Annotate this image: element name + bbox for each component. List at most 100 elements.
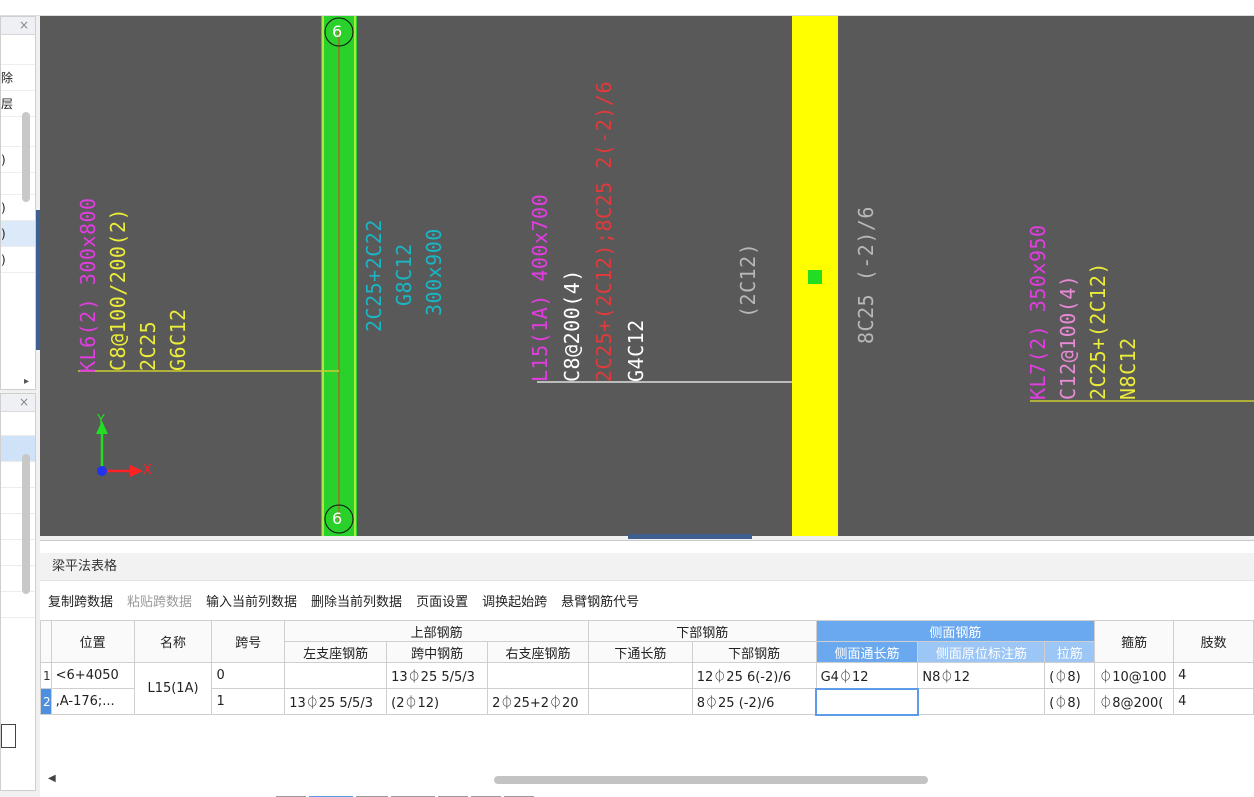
cell-position[interactable]: ,A-176;...: [50, 688, 135, 715]
swap-start-span-button[interactable]: 调换起始跨: [482, 591, 547, 613]
column-bar-label[interactable]: 2C25+2C22: [362, 219, 386, 332]
beam-kl7-stirrup[interactable]: C12@100(4): [1056, 275, 1080, 400]
row-header-corner: [40, 620, 52, 663]
cell-stirrup[interactable]: ⏀10@100: [1094, 662, 1175, 689]
column-stirrup-label[interactable]: G8C12: [392, 243, 416, 306]
left-panel-scrollbar[interactable]: [22, 454, 30, 594]
left-panel-item[interactable]: 层: [1, 91, 35, 117]
col-header-top-right[interactable]: 右支座钢筋: [487, 641, 590, 663]
cell-side-orig[interactable]: [917, 688, 1046, 715]
panel-title: 梁平法表格: [40, 553, 1254, 581]
col-header-stirrup[interactable]: 箍筋: [1094, 620, 1175, 663]
col-header-name[interactable]: 名称: [133, 620, 213, 663]
cell-side-through-editing[interactable]: [815, 687, 919, 716]
table-row[interactable]: 2 ,A-176;... 1 13⏀25 5/5/3 (2⏀12) 2⏀25+2…: [40, 687, 1254, 716]
cell-position[interactable]: <6+4050: [50, 662, 135, 689]
axis-label: 6: [332, 509, 343, 528]
span-mid-label[interactable]: (2C12): [736, 243, 760, 318]
beam-kl6-top-bar[interactable]: 2C25: [136, 321, 160, 371]
beam-table-panel: 梁平法表格 复制跨数据 粘贴跨数据 输入当前列数据 删除当前列数据 页面设置 调…: [40, 540, 1254, 797]
col-header-bottom-through[interactable]: 下通长筋: [588, 641, 693, 663]
beam-kl6-label[interactable]: KL6(2) 300x800: [76, 197, 100, 373]
cell-tie[interactable]: (⏀8): [1044, 688, 1096, 715]
delete-column-data-button[interactable]: 删除当前列数据: [311, 591, 402, 613]
cell-top-mid[interactable]: (2⏀12): [386, 688, 489, 715]
origin-dot: [97, 466, 107, 476]
cell-top-left[interactable]: [284, 662, 388, 689]
cell-top-right[interactable]: 2⏀25+2⏀20: [487, 688, 590, 715]
bottom-tab-strip: [276, 791, 576, 797]
drawing-canvas[interactable]: 6 6 Y X KL6(2) 300x800 C8@100/200(2) 2C2…: [40, 16, 1254, 536]
column-size-label[interactable]: 300x900: [422, 228, 446, 316]
left-panel-item[interactable]: ): [1, 247, 35, 273]
left-panel-item[interactable]: 除: [1, 65, 35, 91]
close-icon[interactable]: ×: [19, 18, 29, 32]
cell-bottom-through[interactable]: [588, 688, 693, 715]
cell-span[interactable]: 1: [211, 688, 286, 715]
scroll-left-icon[interactable]: ◀: [48, 773, 56, 784]
col-header-bottom-bar[interactable]: 下部钢筋: [691, 641, 817, 663]
col-header-side-orig[interactable]: 侧面原位标注筋: [917, 641, 1046, 663]
copy-span-data-button[interactable]: 复制跨数据: [48, 591, 113, 613]
beam-kl6-stirrup[interactable]: C8@100/200(2): [106, 208, 130, 371]
span-bottom-label[interactable]: 8C25 (-2)/6: [854, 206, 878, 344]
col-header-span[interactable]: 跨号: [211, 620, 286, 663]
paste-span-data-button[interactable]: 粘贴跨数据: [127, 591, 192, 613]
left-panel-bottom: ×: [0, 393, 36, 791]
left-panel-list-item[interactable]: [1, 592, 35, 618]
close-icon[interactable]: ×: [19, 395, 29, 409]
left-panel-scrollbar[interactable]: [22, 112, 30, 202]
cell-bottom-bar[interactable]: 8⏀25 (-2)/6: [691, 688, 817, 715]
left-panel-item-selected[interactable]: ): [1, 221, 35, 247]
table-toolbar: 复制跨数据 粘贴跨数据 输入当前列数据 删除当前列数据 页面设置 调换起始跨 悬…: [48, 591, 639, 613]
col-header-tie[interactable]: 拉筋: [1044, 641, 1096, 663]
col-group-side-bars[interactable]: 侧面钢筋: [815, 620, 1096, 642]
cell-bottom-through[interactable]: [588, 662, 693, 689]
cell-name[interactable]: L15(1A): [133, 662, 213, 715]
beam-kl7-side-bar[interactable]: N8C12: [1116, 337, 1140, 400]
left-panel-bottom-header: ×: [1, 394, 35, 412]
cell-top-mid[interactable]: 13⏀25 5/5/3: [386, 662, 489, 689]
coord-y-label: Y: [97, 413, 105, 428]
horizontal-scrollbar[interactable]: [494, 776, 928, 784]
cell-span[interactable]: 0: [211, 662, 286, 689]
cell-legs[interactable]: 4: [1173, 688, 1254, 715]
col-group-bottom-bars[interactable]: 下部钢筋: [588, 620, 817, 642]
beam-l15-stirrup[interactable]: C8@200(4): [560, 269, 584, 382]
col-header-top-left[interactable]: 左支座钢筋: [284, 641, 388, 663]
canvas-splitter-bottom[interactable]: [628, 534, 752, 539]
axis-label: 6: [332, 22, 343, 41]
green-grip[interactable]: [808, 270, 822, 284]
col-header-position[interactable]: 位置: [50, 620, 135, 663]
beam-l15-bars[interactable]: 2C25+(2C12);8C25 2(-2)/6: [592, 81, 616, 382]
cell-top-left[interactable]: 13⏀25 5/5/3: [284, 688, 388, 715]
cell-bottom-bar[interactable]: 12⏀25 6(-2)/6: [691, 662, 817, 689]
beam-kl7-top-bar[interactable]: 2C25+(2C12): [1086, 262, 1110, 400]
app-window: × 除 层 ) ) ) ) ▸ × 6 6 Y X KL6(2) 300x800…: [0, 0, 1254, 797]
cell-legs[interactable]: 4: [1173, 662, 1254, 689]
cell-tie[interactable]: (⏀8): [1044, 662, 1096, 689]
cell-top-right[interactable]: [487, 662, 590, 689]
chevron-right-icon[interactable]: ▸: [24, 376, 29, 387]
beam-l15-label[interactable]: L15(1A) 400x700: [528, 194, 552, 382]
beam-kl6-side-bar[interactable]: G6C12: [166, 308, 190, 371]
beam-table: 位置 名称 跨号 上部钢筋 下部钢筋 侧面钢筋 箍筋 肢数 左支座钢筋 跨中钢筋…: [40, 620, 1254, 716]
table-row[interactable]: 1 <6+4050 L15(1A) 0 13⏀25 5/5/3 12⏀25 6(…: [40, 662, 1254, 715]
col-header-top-mid[interactable]: 跨中钢筋: [386, 641, 489, 663]
row-number-current[interactable]: 2: [40, 688, 52, 715]
checkbox[interactable]: [1, 724, 16, 748]
row-number[interactable]: 1: [40, 662, 52, 689]
beam-l15-side-bar[interactable]: G4C12: [624, 319, 648, 382]
col-header-legs[interactable]: 肢数: [1173, 620, 1254, 663]
col-header-side-through[interactable]: 侧面通长筋: [815, 641, 919, 663]
input-column-data-button[interactable]: 输入当前列数据: [206, 591, 297, 613]
cantilever-code-button[interactable]: 悬臂钢筋代号: [561, 591, 639, 613]
col-group-top-bars[interactable]: 上部钢筋: [284, 620, 590, 642]
cell-stirrup[interactable]: ⏀8@200(: [1094, 688, 1175, 715]
beam-kl7-label[interactable]: KL7(2) 350x950: [1026, 224, 1050, 400]
page-setup-button[interactable]: 页面设置: [416, 591, 468, 613]
left-panel-top: × 除 层 ) ) ) ) ▸: [0, 16, 36, 390]
cell-side-orig[interactable]: N8⏀12: [917, 662, 1046, 689]
coord-x-label: X: [143, 463, 152, 478]
cell-side-through[interactable]: G4⏀12: [815, 662, 919, 689]
